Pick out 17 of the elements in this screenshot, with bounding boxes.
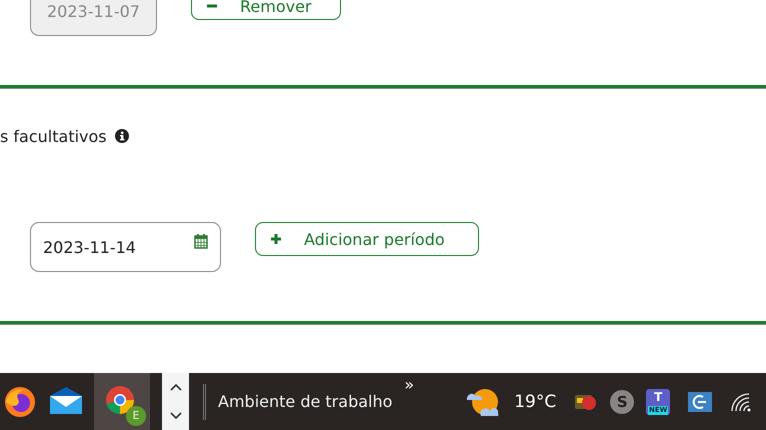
profile-badge: E — [126, 406, 146, 426]
date-field[interactable]: 2023-11-14 — [30, 222, 221, 272]
remove-button[interactable]: Remover — [191, 0, 341, 20]
calendar-icon[interactable] — [194, 233, 208, 249]
add-period-button[interactable]: Adicionar período — [255, 222, 479, 256]
chevron-down-icon[interactable] — [170, 412, 182, 420]
chevron-up-icon[interactable] — [170, 383, 182, 392]
date-field: 2023-11-07 — [30, 0, 157, 36]
plus-icon — [270, 233, 282, 245]
desktop-toolbar-label[interactable]: Ambiente de trabalho — [218, 392, 392, 411]
field-label: s facultativos — [0, 126, 107, 146]
overflow-button[interactable]: » — [404, 375, 414, 394]
wifi-icon[interactable] — [730, 392, 752, 412]
temperature-text[interactable]: 19°C — [514, 392, 556, 412]
info-icon[interactable] — [114, 129, 129, 143]
app-tray-icon[interactable] — [688, 392, 712, 412]
skype-tray-icon[interactable]: S — [610, 390, 634, 414]
